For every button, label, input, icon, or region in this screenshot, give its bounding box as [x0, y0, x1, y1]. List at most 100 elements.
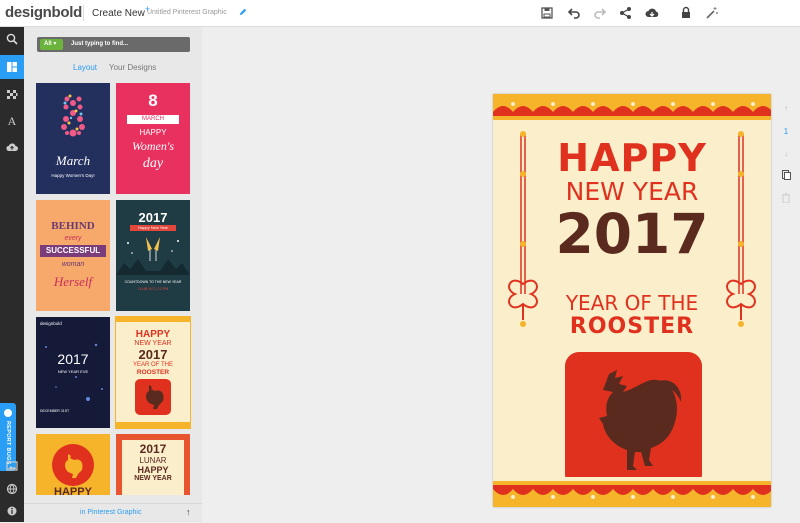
thumb-band — [116, 422, 190, 428]
image-icon — [6, 461, 18, 471]
tab-your-designs[interactable]: Your Designs — [109, 63, 156, 72]
text-tool[interactable]: A — [0, 109, 24, 133]
thumb-number: 8 — [148, 91, 158, 110]
thumb-ribbon: SUCCESSFUL — [40, 245, 106, 257]
template-thumbnail[interactable]: 2017 Happy New Year COUNTDOWN TO THE NEW… — [116, 200, 190, 311]
left-tool-rail: A REPORT BUGS — [0, 27, 24, 522]
thumb-line: ROOSTER — [136, 369, 170, 376]
template-thumbnail[interactable]: 8 MARCH HAPPY Women's day — [116, 83, 190, 194]
champagne-glasses-graphic — [116, 237, 190, 275]
layout-icon — [7, 62, 17, 72]
template-thumbnail[interactable]: 2017 LUNAR HAPPY NEW YEAR — [116, 434, 190, 495]
tab-layout[interactable]: Layout — [73, 63, 97, 72]
report-dot-icon — [4, 409, 12, 417]
background-icon — [7, 90, 18, 99]
thumb-footer: DECEMBER 31ST — [40, 409, 70, 413]
share-icon[interactable] — [619, 6, 633, 20]
thumb-line: BEHIND — [51, 220, 95, 232]
thumb-rooster-badge — [52, 444, 94, 486]
poster-year-text[interactable]: 2017 — [493, 202, 771, 266]
thumb-ribbon: MARCH — [127, 115, 179, 124]
page-down-icon[interactable]: ↓ — [778, 149, 794, 158]
thumb-line: LUNAR — [139, 456, 167, 465]
save-icon[interactable] — [540, 6, 554, 20]
page-number[interactable]: 1 — [778, 127, 794, 136]
download-icon[interactable] — [645, 6, 659, 20]
thumb-year: 2017 — [138, 210, 168, 225]
rooster-icon — [599, 370, 682, 470]
filter-label: All — [44, 41, 52, 47]
bottom-pattern-band — [493, 477, 773, 507]
text-icon: A — [7, 113, 17, 128]
template-thumbnail[interactable]: March Happy Women's Day! — [36, 83, 110, 194]
delete-page-icon[interactable] — [778, 193, 794, 205]
rooster-box[interactable] — [565, 352, 702, 489]
template-thumbnail[interactable]: BEHIND every SUCCESSFUL woman Herself — [36, 200, 110, 311]
thumb-line: Women's — [131, 139, 175, 153]
thumb-rooster-box — [135, 379, 171, 415]
panel-footer-label[interactable]: in Pinterest Graphic — [80, 509, 141, 516]
layout-tool[interactable] — [0, 55, 24, 79]
thumb-footer: CLUB XYZ | 12 PM — [137, 287, 169, 291]
thumb-title: March — [55, 153, 91, 168]
layout-panel: All ▾ Just typing to find... Layout Your… — [24, 27, 202, 522]
search-input[interactable]: Just typing to find... — [71, 39, 128, 50]
thumb-band — [116, 317, 190, 322]
thumb-line: 2017 — [139, 442, 167, 456]
lock-icon[interactable] — [679, 6, 693, 20]
globe-icon — [6, 483, 18, 495]
thumb-line: YEAR OF THE — [133, 362, 173, 368]
scroll-top-icon[interactable]: ↑ — [186, 507, 191, 517]
thumb-subtitle: Happy Women's Day! — [51, 173, 95, 178]
redo-icon[interactable] — [593, 6, 607, 20]
poster-happy-text[interactable]: HAPPY — [493, 136, 771, 180]
image-tool[interactable] — [0, 454, 24, 478]
thumb-line: every — [64, 235, 82, 242]
duplicate-page-icon[interactable] — [778, 170, 794, 182]
background-tool[interactable] — [0, 83, 24, 107]
template-grid: March Happy Women's Day! 8 MARCH HAPPY W… — [36, 83, 191, 495]
thumb-line: 2017 — [138, 347, 168, 362]
upload-icon — [6, 143, 18, 151]
thumb-year: 2017 — [57, 351, 89, 367]
search-icon — [6, 33, 18, 45]
undo-icon[interactable] — [567, 6, 581, 20]
design-canvas[interactable]: HAPPY NEW YEAR 2017 YEAR OF THE ROOSTER — [493, 94, 773, 507]
poster-year-of-the-text[interactable]: YEAR OF THE — [493, 291, 771, 315]
info-tool[interactable] — [0, 499, 24, 523]
template-thumbnail-selected[interactable]: HAPPY NEW YEAR 2017 YEAR OF THE ROOSTER — [115, 316, 191, 429]
thumb-line: HAPPY — [135, 329, 171, 340]
top-bar: designbold Create New+ Untitled Pinteres… — [0, 0, 800, 27]
thumb-subtitle: NEW YEAR EVE — [57, 369, 89, 374]
create-new-button[interactable]: Create New+ — [92, 4, 150, 19]
create-new-label: Create New — [92, 8, 145, 19]
panel-footer: in Pinterest Graphic ↑ — [24, 503, 202, 522]
thumb-footer: COUNTDOWN TO THE NEW YEAR — [124, 280, 182, 284]
page-up-icon[interactable]: ↑ — [778, 104, 794, 113]
upload-tool[interactable] — [0, 135, 24, 159]
chevron-down-icon: ▾ — [53, 41, 57, 47]
search-tool[interactable] — [0, 27, 24, 51]
thumb-line: HAPPY — [54, 486, 92, 495]
divider — [83, 5, 84, 21]
thumb-line: Herself — [53, 274, 93, 289]
magic-wand-icon[interactable] — [705, 6, 719, 20]
app-logo[interactable]: designbold — [5, 4, 82, 21]
edit-pencil-icon[interactable] — [239, 8, 247, 16]
poster-rooster-text[interactable]: ROOSTER — [493, 314, 771, 339]
thumb-line: woman — [61, 261, 85, 268]
filter-dropdown[interactable]: All ▾ — [40, 39, 63, 50]
template-thumbnail[interactable]: HAPPY — [36, 434, 110, 495]
thumb-line: HAPPY — [137, 465, 169, 475]
thumb-line: HAPPY — [139, 128, 167, 137]
document-title[interactable]: Untitled Pinterest Graphic — [147, 9, 227, 16]
top-pattern-band — [493, 94, 773, 124]
template-thumbnail[interactable]: designbold 2017 NEW YEAR EVE DECEMBER 31… — [36, 317, 110, 428]
thumb-line: NEW YEAR — [134, 475, 172, 482]
canvas-area[interactable]: HAPPY NEW YEAR 2017 YEAR OF THE ROOSTER — [202, 27, 800, 522]
template-search-bar[interactable]: All ▾ Just typing to find... — [37, 37, 190, 52]
thumb-ribbon: Happy New Year — [130, 225, 176, 231]
info-icon — [7, 506, 17, 516]
globe-tool[interactable] — [0, 477, 24, 501]
thumb-line: day — [142, 156, 164, 171]
